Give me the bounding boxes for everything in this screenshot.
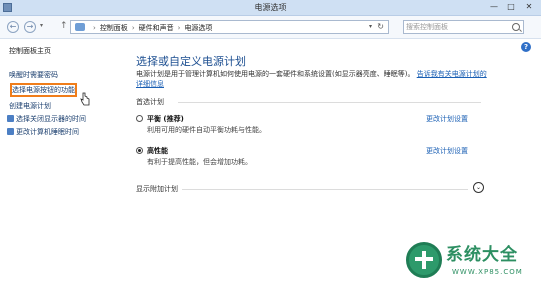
chevron-down-icon[interactable]: ⌄ — [473, 182, 484, 193]
hand-cursor-icon — [80, 92, 90, 106]
history-dropdown-icon[interactable]: ▾ — [40, 22, 43, 29]
close-button[interactable]: ✕ — [521, 1, 537, 13]
divider — [178, 102, 481, 103]
breadcrumb-separator: › — [93, 24, 96, 32]
breadcrumb-item-hardware-sound[interactable]: 硬件和声音 — [139, 24, 174, 32]
description: 电源计划是用于管理计算机如何使用电源的一套硬件和系统设置(如显示器亮度、睡眠等)… — [136, 69, 491, 89]
breadcrumb-separator: › — [131, 24, 135, 32]
refresh-icon[interactable]: ↻ — [377, 22, 384, 31]
forward-button[interactable]: → — [24, 21, 36, 33]
search-icon[interactable] — [512, 23, 520, 31]
watermark: 系统大全 WWW.XP85.COM — [402, 238, 541, 286]
plan-name[interactable]: 高性能 — [147, 146, 168, 156]
sidebar-item-label: 选择关闭显示器的时间 — [16, 115, 86, 123]
breadcrumb: › 控制面板 › 硬件和声音 › 电源选项 — [89, 23, 212, 33]
sidebar-item-power-button[interactable]: 选择电源按钮的功能 — [12, 85, 75, 95]
maximize-button[interactable]: □ — [503, 1, 519, 13]
divider — [182, 189, 468, 190]
breadcrumb-item-control-panel[interactable]: 控制面板 — [100, 24, 128, 32]
sidebar-item-label: 更改计算机睡眠时间 — [16, 128, 79, 136]
search-input[interactable] — [406, 22, 506, 32]
up-arrow-icon[interactable]: ↑ — [60, 21, 68, 31]
control-panel-icon — [75, 23, 85, 31]
watermark-brand: 系统大全 — [446, 245, 518, 265]
watermark-url: WWW.XP85.COM — [452, 268, 523, 276]
search-box[interactable] — [403, 20, 524, 34]
address-dropdown-icon[interactable]: ▾ — [369, 23, 372, 30]
plan-name[interactable]: 平衡 (推荐) — [147, 114, 184, 124]
sidebar-item-home[interactable]: 控制面板主页 — [9, 46, 51, 56]
watermark-logo-icon — [406, 242, 442, 278]
address-row: ← → ▾ ↑ › 控制面板 › 硬件和声音 › 电源选项 ▾ ↻ — [0, 16, 541, 39]
sidebar-item-display-off[interactable]: 选择关闭显示器的时间 — [7, 114, 86, 124]
plan-high-performance-radio[interactable] — [136, 147, 143, 154]
change-plan-settings-link[interactable]: 更改计划设置 — [426, 114, 468, 124]
title-bar: 电源选项 — □ ✕ — [0, 0, 541, 16]
plan-balanced-radio[interactable] — [136, 115, 143, 122]
sidebar-item-sleep[interactable]: 更改计算机睡眠时间 — [7, 127, 79, 137]
breadcrumb-separator: › — [177, 24, 181, 32]
page-title: 选择或自定义电源计划 — [136, 55, 246, 68]
address-bar[interactable]: › 控制面板 › 硬件和声音 › 电源选项 ▾ ↻ — [70, 20, 389, 34]
plan-description: 有利于提高性能，但会增加功耗。 — [147, 158, 252, 166]
power-icon — [7, 115, 14, 122]
minimize-button[interactable]: — — [486, 1, 502, 13]
sidebar: 控制面板主页 唤醒时需要密码 选择电源按钮的功能 创建电源计划 选择关闭显示器的… — [0, 39, 120, 286]
change-plan-settings-link[interactable]: 更改计划设置 — [426, 146, 468, 156]
power-icon — [7, 128, 14, 135]
sidebar-item-create-plan[interactable]: 创建电源计划 — [9, 101, 51, 111]
sidebar-item-wake-password[interactable]: 唤醒时需要密码 — [9, 70, 58, 80]
breadcrumb-item-power-options[interactable]: 电源选项 — [184, 24, 212, 32]
show-additional-plans-label[interactable]: 显示附加计划 — [136, 184, 178, 194]
window-title: 电源选项 — [254, 3, 287, 12]
plan-description: 利用可用的硬件自动平衡功耗与性能。 — [147, 126, 266, 134]
preferred-plans-label: 首选计划 — [136, 98, 164, 106]
help-icon[interactable]: ? — [521, 42, 531, 52]
description-text: 电源计划是用于管理计算机如何使用电源的一套硬件和系统设置(如显示器亮度、睡眠等)… — [136, 70, 415, 78]
back-button[interactable]: ← — [7, 21, 19, 33]
